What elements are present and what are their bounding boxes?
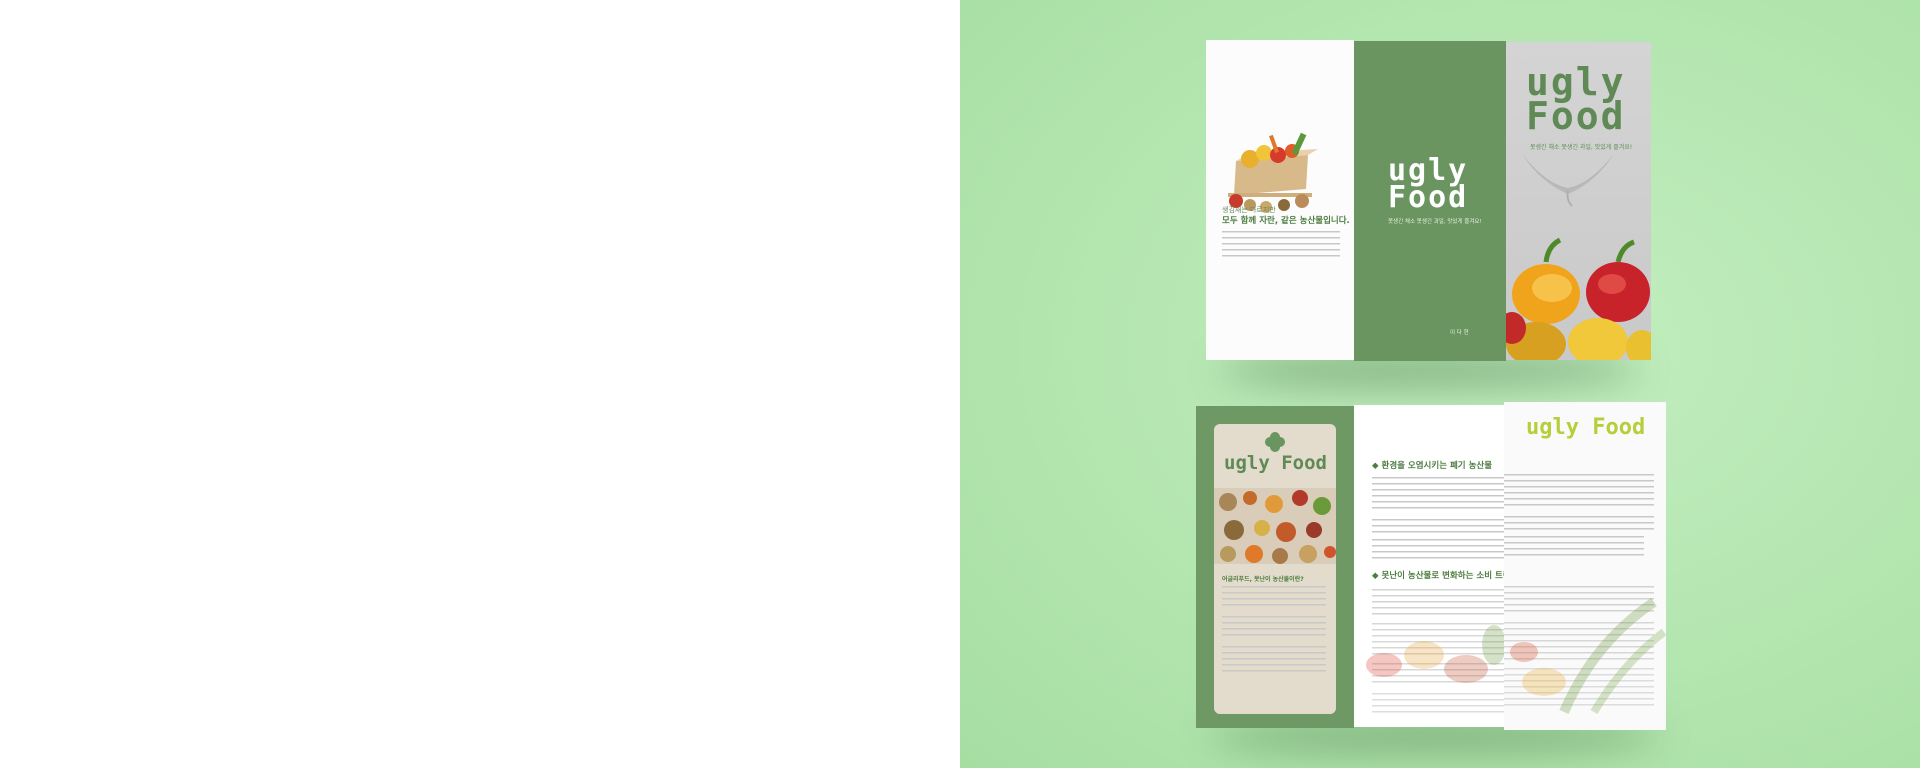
right-paragraph-3	[1504, 536, 1644, 556]
middle-footer-name: 이 다 현	[1450, 330, 1469, 336]
faded-vegetables-illustration	[1366, 625, 1504, 683]
card-heading: 어글리푸드, 못난이 농산물이란?	[1222, 576, 1304, 583]
bottom-brochure-left-panel: ugly Food 어글리푸드, 못난이 농산물이란?	[1196, 406, 1354, 728]
faded-greens-illustration	[1510, 597, 1666, 715]
peppers-image	[1506, 237, 1651, 360]
info-card: ugly Food 어글리푸드, 못난이 농산물이란?	[1214, 424, 1336, 714]
cover-leaf-ornament	[1522, 154, 1614, 207]
right-paragraph-2	[1504, 516, 1654, 530]
top-brochure-middle-panel: ugly Food 못생긴 채소 못생긴 과일, 맛있게 즐겨요! 이 다 현	[1354, 41, 1506, 361]
clover-icon	[1265, 432, 1285, 452]
top-brochure-left-panel: 생김새는 다르지만 모두 함께 자란, 같은 농산물입니다.	[1206, 40, 1354, 360]
vegetables-flatlay-image	[1214, 488, 1336, 564]
top-brochure-cover-panel: ugly Food 못생긴 채소 못생긴 과일, 맛있게 즐겨요!	[1506, 42, 1651, 360]
middle-logo-food: Food	[1388, 180, 1469, 215]
top-left-headline: 모두 함께 자란, 같은 농산물입니다.	[1222, 216, 1350, 226]
blank-left-area	[0, 0, 960, 768]
section1-paragraph-1	[1372, 477, 1504, 513]
card-body-text-1	[1222, 586, 1326, 610]
right-paragraph-1	[1504, 474, 1654, 510]
bottom-brochure-inside-panel: ◆ 환경을 오염시키는 폐기 농산물 ◆ 못난이 농산물로 변화하는 소비 트렌…	[1354, 405, 1504, 727]
card-body-text-2	[1222, 616, 1326, 640]
card-logo: ugly Food	[1224, 452, 1327, 474]
card-body-text-3	[1222, 646, 1326, 676]
section1-paragraph-3	[1372, 539, 1504, 559]
cover-logo-food: Food	[1526, 94, 1626, 138]
bottom-brochure-right-panel: ugly Food	[1504, 402, 1666, 730]
middle-tagline: 못생긴 채소 못생긴 과일, 맛있게 즐겨요!	[1388, 219, 1482, 225]
section2-title: ◆ 못난이 농산물로 변화하는 소비 트렌드	[1372, 571, 1504, 581]
section1-paragraph-2	[1372, 519, 1504, 533]
top-left-body-text	[1222, 231, 1340, 259]
cover-tagline: 못생긴 채소 못생긴 과일, 맛있게 즐겨요!	[1530, 144, 1633, 151]
inside-logo: ugly Food	[1526, 415, 1646, 440]
section1-title: ◆ 환경을 오염시키는 폐기 농산물	[1372, 461, 1493, 471]
